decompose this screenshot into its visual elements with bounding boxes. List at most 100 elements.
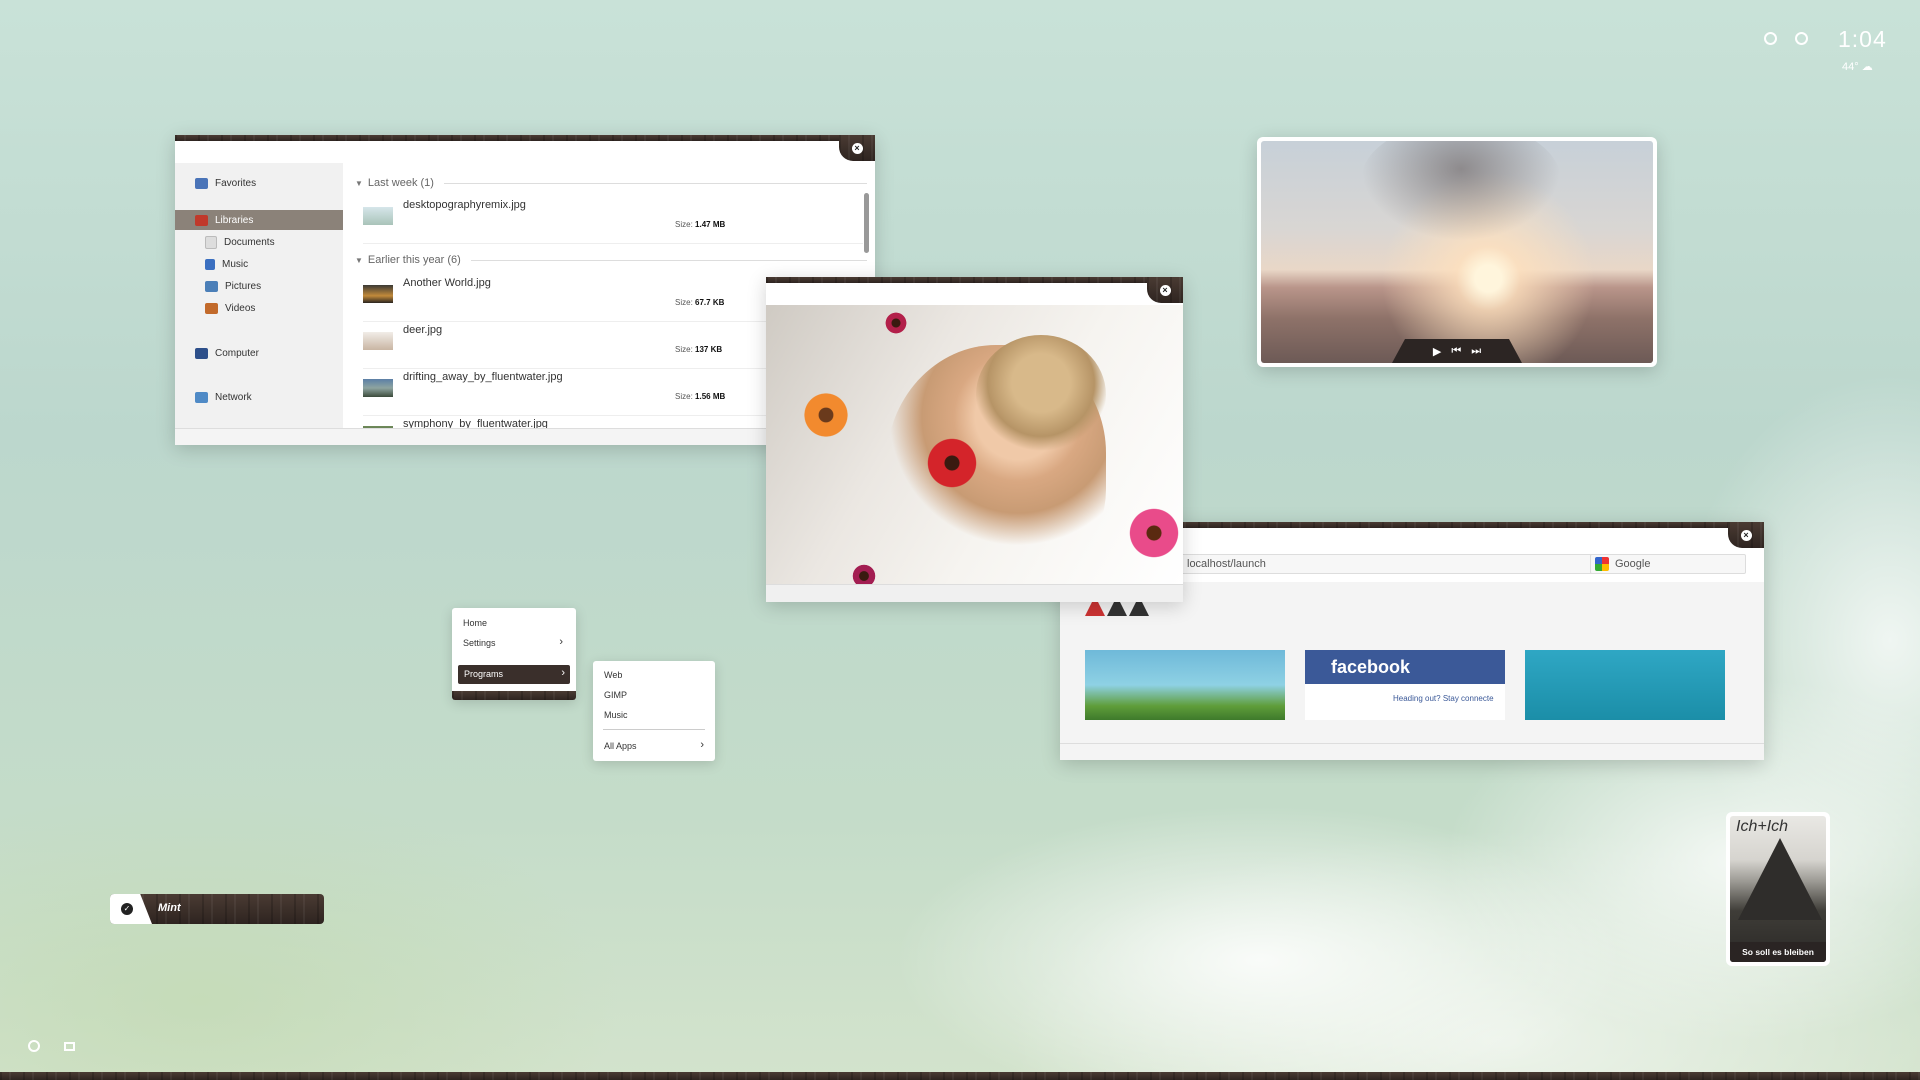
video-player-window: ▶ ⏮ ⏭: [1257, 137, 1657, 367]
search-placeholder: Google: [1615, 558, 1651, 570]
menu-item-gimp[interactable]: GIMP: [604, 690, 627, 700]
divider: [470, 259, 867, 261]
size-label: Size:: [675, 345, 693, 354]
album-art-widget[interactable]: Ich+Ich So soll es bleiben: [1726, 812, 1830, 966]
group-header[interactable]: ▼ Last week (1): [355, 177, 867, 189]
facebook-logo: facebook: [1305, 650, 1505, 684]
album-artist: Ich+Ich: [1736, 818, 1789, 835]
menu-footer: [452, 691, 576, 700]
url-text: localhost/launch: [1187, 558, 1266, 570]
sidebar-label: Favorites: [215, 177, 257, 189]
file-name: deer.jpg: [403, 324, 443, 336]
facebook-subtitle: Heading out? Stay connecte: [1393, 694, 1494, 703]
file-name: desktopographyremix.jpg: [403, 199, 526, 211]
menu-item-home[interactable]: Home: [463, 618, 487, 628]
cloud-icon: ☁: [1861, 61, 1873, 73]
menu-label: Programs: [464, 669, 504, 679]
menu-label: All Apps: [604, 741, 637, 751]
file-size: Size: 1.47 MB: [675, 220, 725, 229]
windows-icon[interactable]: [64, 1042, 75, 1051]
explorer-sidebar: Favorites Libraries Documents Music Pict…: [175, 163, 343, 429]
status-bar: [766, 584, 1183, 602]
chevron-right-icon: ›: [561, 667, 565, 679]
group-title: Last week (1): [367, 177, 434, 189]
favorites-icon: [195, 177, 208, 189]
sidebar-item-computer[interactable]: Computer: [175, 343, 363, 363]
close-tab: ×: [1147, 277, 1183, 303]
sidebar-item-music[interactable]: Music: [175, 254, 373, 274]
sidebar-label: Videos: [225, 302, 256, 314]
flower-orange: [801, 390, 851, 440]
menu-item-web[interactable]: Web: [604, 670, 622, 680]
flower-pink: [1126, 505, 1182, 561]
flower-small-top: [884, 311, 908, 335]
photo-viewer-window: ×: [766, 277, 1183, 602]
weather-widget: 44° ☁: [1842, 60, 1873, 73]
clock-icon[interactable]: [1795, 32, 1808, 45]
divider: [443, 182, 867, 184]
browser-content: facebook Heading out? Stay connecte: [1060, 582, 1764, 744]
computer-icon: [195, 347, 208, 359]
close-icon[interactable]: ×: [1159, 284, 1171, 296]
file-size: Size: 1.56 MB: [675, 392, 725, 401]
size-value: 67.7 KB: [695, 298, 725, 307]
tile-game[interactable]: [1085, 650, 1285, 720]
menu-item-settings[interactable]: Settings ›: [463, 636, 563, 648]
photo-subject-hair: [976, 335, 1106, 455]
address-bar[interactable]: localhost/launch ⟟ ♥ ▾: [1180, 554, 1640, 574]
file-row[interactable]: desktopographyremix.jpg Size: 1.47 MB: [363, 197, 863, 244]
launcher-menu: Home Settings › Programs ›: [452, 608, 576, 700]
window-titlebar[interactable]: [175, 135, 875, 141]
mint-widget[interactable]: ✓ Mint: [110, 894, 324, 924]
sidebar-item-network[interactable]: Network: [175, 387, 363, 407]
file-name: drifting_away_by_fluentwater.jpg: [403, 371, 563, 383]
settings-icon[interactable]: [1764, 32, 1777, 45]
sidebar-item-pictures[interactable]: Pictures: [175, 276, 373, 296]
menu-separator: [603, 729, 705, 730]
photo-image: [766, 305, 1183, 585]
next-icon[interactable]: ⏭: [1471, 345, 1481, 358]
sidebar-item-libraries[interactable]: Libraries: [175, 210, 343, 230]
file-thumbnail: [363, 379, 393, 397]
size-label: Size:: [675, 220, 693, 229]
music-icon: [205, 258, 215, 270]
size-label: Size:: [675, 392, 693, 401]
video-scene-tree: [1361, 141, 1561, 241]
sidebar-label: Libraries: [215, 214, 254, 226]
temperature: 44°: [1842, 61, 1859, 73]
sidebar-label: Pictures: [225, 280, 262, 292]
sidebar-item-documents[interactable]: Documents: [175, 232, 373, 252]
previous-icon[interactable]: ⏮: [1451, 345, 1461, 358]
menu-item-programs[interactable]: Programs ›: [458, 665, 570, 684]
album-cover: Ich+Ich So soll es bleiben: [1730, 816, 1826, 962]
programs-submenu: Web GIMP Music All Apps ›: [593, 661, 715, 761]
file-size: Size: 137 KB: [675, 345, 722, 354]
tile-facebook[interactable]: facebook Heading out? Stay connecte: [1305, 650, 1505, 720]
google-icon: [1595, 557, 1609, 571]
videos-icon: [205, 302, 218, 314]
file-thumbnail: [363, 332, 393, 350]
size-label: Size:: [675, 298, 693, 307]
pictures-icon: [205, 280, 218, 292]
search-input[interactable]: Google: [1590, 554, 1746, 574]
close-icon[interactable]: ×: [1740, 529, 1752, 541]
file-size: Size: 67.7 KB: [675, 298, 724, 307]
close-tab: ×: [1728, 522, 1764, 548]
close-tab: ×: [839, 135, 875, 161]
play-icon[interactable]: ▶: [1433, 345, 1441, 358]
size-value: 1.56 MB: [695, 392, 726, 401]
menu-item-music[interactable]: Music: [604, 710, 628, 720]
sidebar-item-videos[interactable]: Videos: [175, 298, 373, 318]
file-name: Another World.jpg: [403, 277, 491, 289]
group-header[interactable]: ▼ Earlier this year (6): [355, 254, 867, 266]
window-titlebar[interactable]: [766, 277, 1183, 283]
close-icon[interactable]: ×: [851, 142, 863, 154]
scrollbar-thumb[interactable]: [864, 193, 869, 253]
settings-icon[interactable]: [28, 1040, 40, 1052]
flower-small-bottom: [851, 563, 877, 585]
sidebar-label: Computer: [215, 347, 259, 359]
sidebar-item-favorites[interactable]: Favorites: [175, 173, 363, 193]
libraries-icon: [195, 214, 208, 226]
menu-item-all-apps[interactable]: All Apps ›: [604, 739, 704, 751]
tile-leaf[interactable]: [1525, 650, 1725, 720]
